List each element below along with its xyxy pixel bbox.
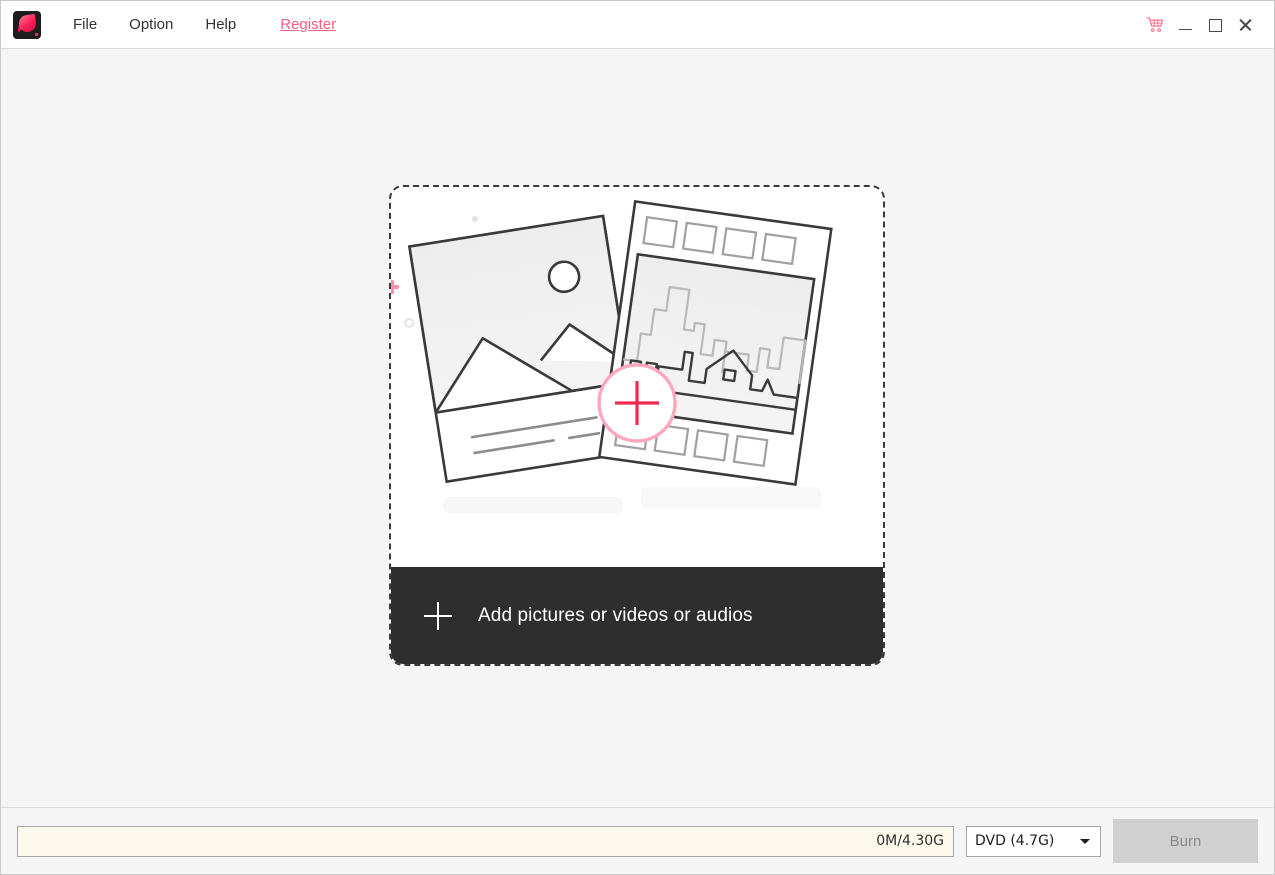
window-controls (1140, 1, 1274, 49)
title-bar: File Option Help Register (1, 1, 1274, 49)
capacity-label: 0M/4.30G (876, 833, 944, 849)
app-logo-shape-front (17, 13, 38, 33)
app-logo-icon (13, 10, 41, 39)
cart-icon[interactable] (1140, 10, 1170, 40)
close-button[interactable] (1230, 10, 1260, 40)
menu-item-file[interactable]: File (57, 10, 113, 39)
dropzone-wrapper: Add pictures or videos or audios (389, 185, 885, 666)
menu-bar: File Option Help Register (57, 10, 352, 39)
menu-item-option[interactable]: Option (113, 10, 189, 39)
add-media-illustration (391, 199, 833, 513)
illustration-area (391, 187, 883, 567)
maximize-button[interactable] (1200, 10, 1230, 40)
disc-type-select[interactable]: DVD (4.7G) (966, 825, 1101, 857)
illustration-shadows (443, 487, 821, 513)
minimize-icon (1178, 28, 1192, 31)
main-content-area: Add pictures or videos or audios (1, 49, 1274, 807)
add-media-button[interactable]: Add pictures or videos or audios (391, 567, 883, 664)
media-dropzone[interactable]: Add pictures or videos or audios (389, 185, 885, 666)
chevron-down-icon (1080, 839, 1090, 844)
capacity-bar: 0M/4.30G (17, 825, 954, 857)
burn-button[interactable]: Burn (1113, 819, 1258, 863)
add-media-label: Add pictures or videos or audios (478, 604, 753, 626)
app-logo-dot (35, 32, 38, 36)
application-window: File Option Help Register Add pictures o… (0, 0, 1275, 875)
minimize-button[interactable] (1170, 10, 1200, 40)
add-circle-plus-icon (597, 363, 677, 443)
register-link[interactable]: Register (264, 10, 352, 39)
close-icon (1238, 18, 1252, 32)
plus-icon (424, 601, 452, 630)
maximize-icon (1208, 18, 1222, 32)
bottom-bar: 0M/4.30G DVD (4.7G) Burn (1, 807, 1274, 874)
menu-item-help[interactable]: Help (189, 10, 252, 39)
disc-type-value: DVD (4.7G) (975, 833, 1055, 849)
